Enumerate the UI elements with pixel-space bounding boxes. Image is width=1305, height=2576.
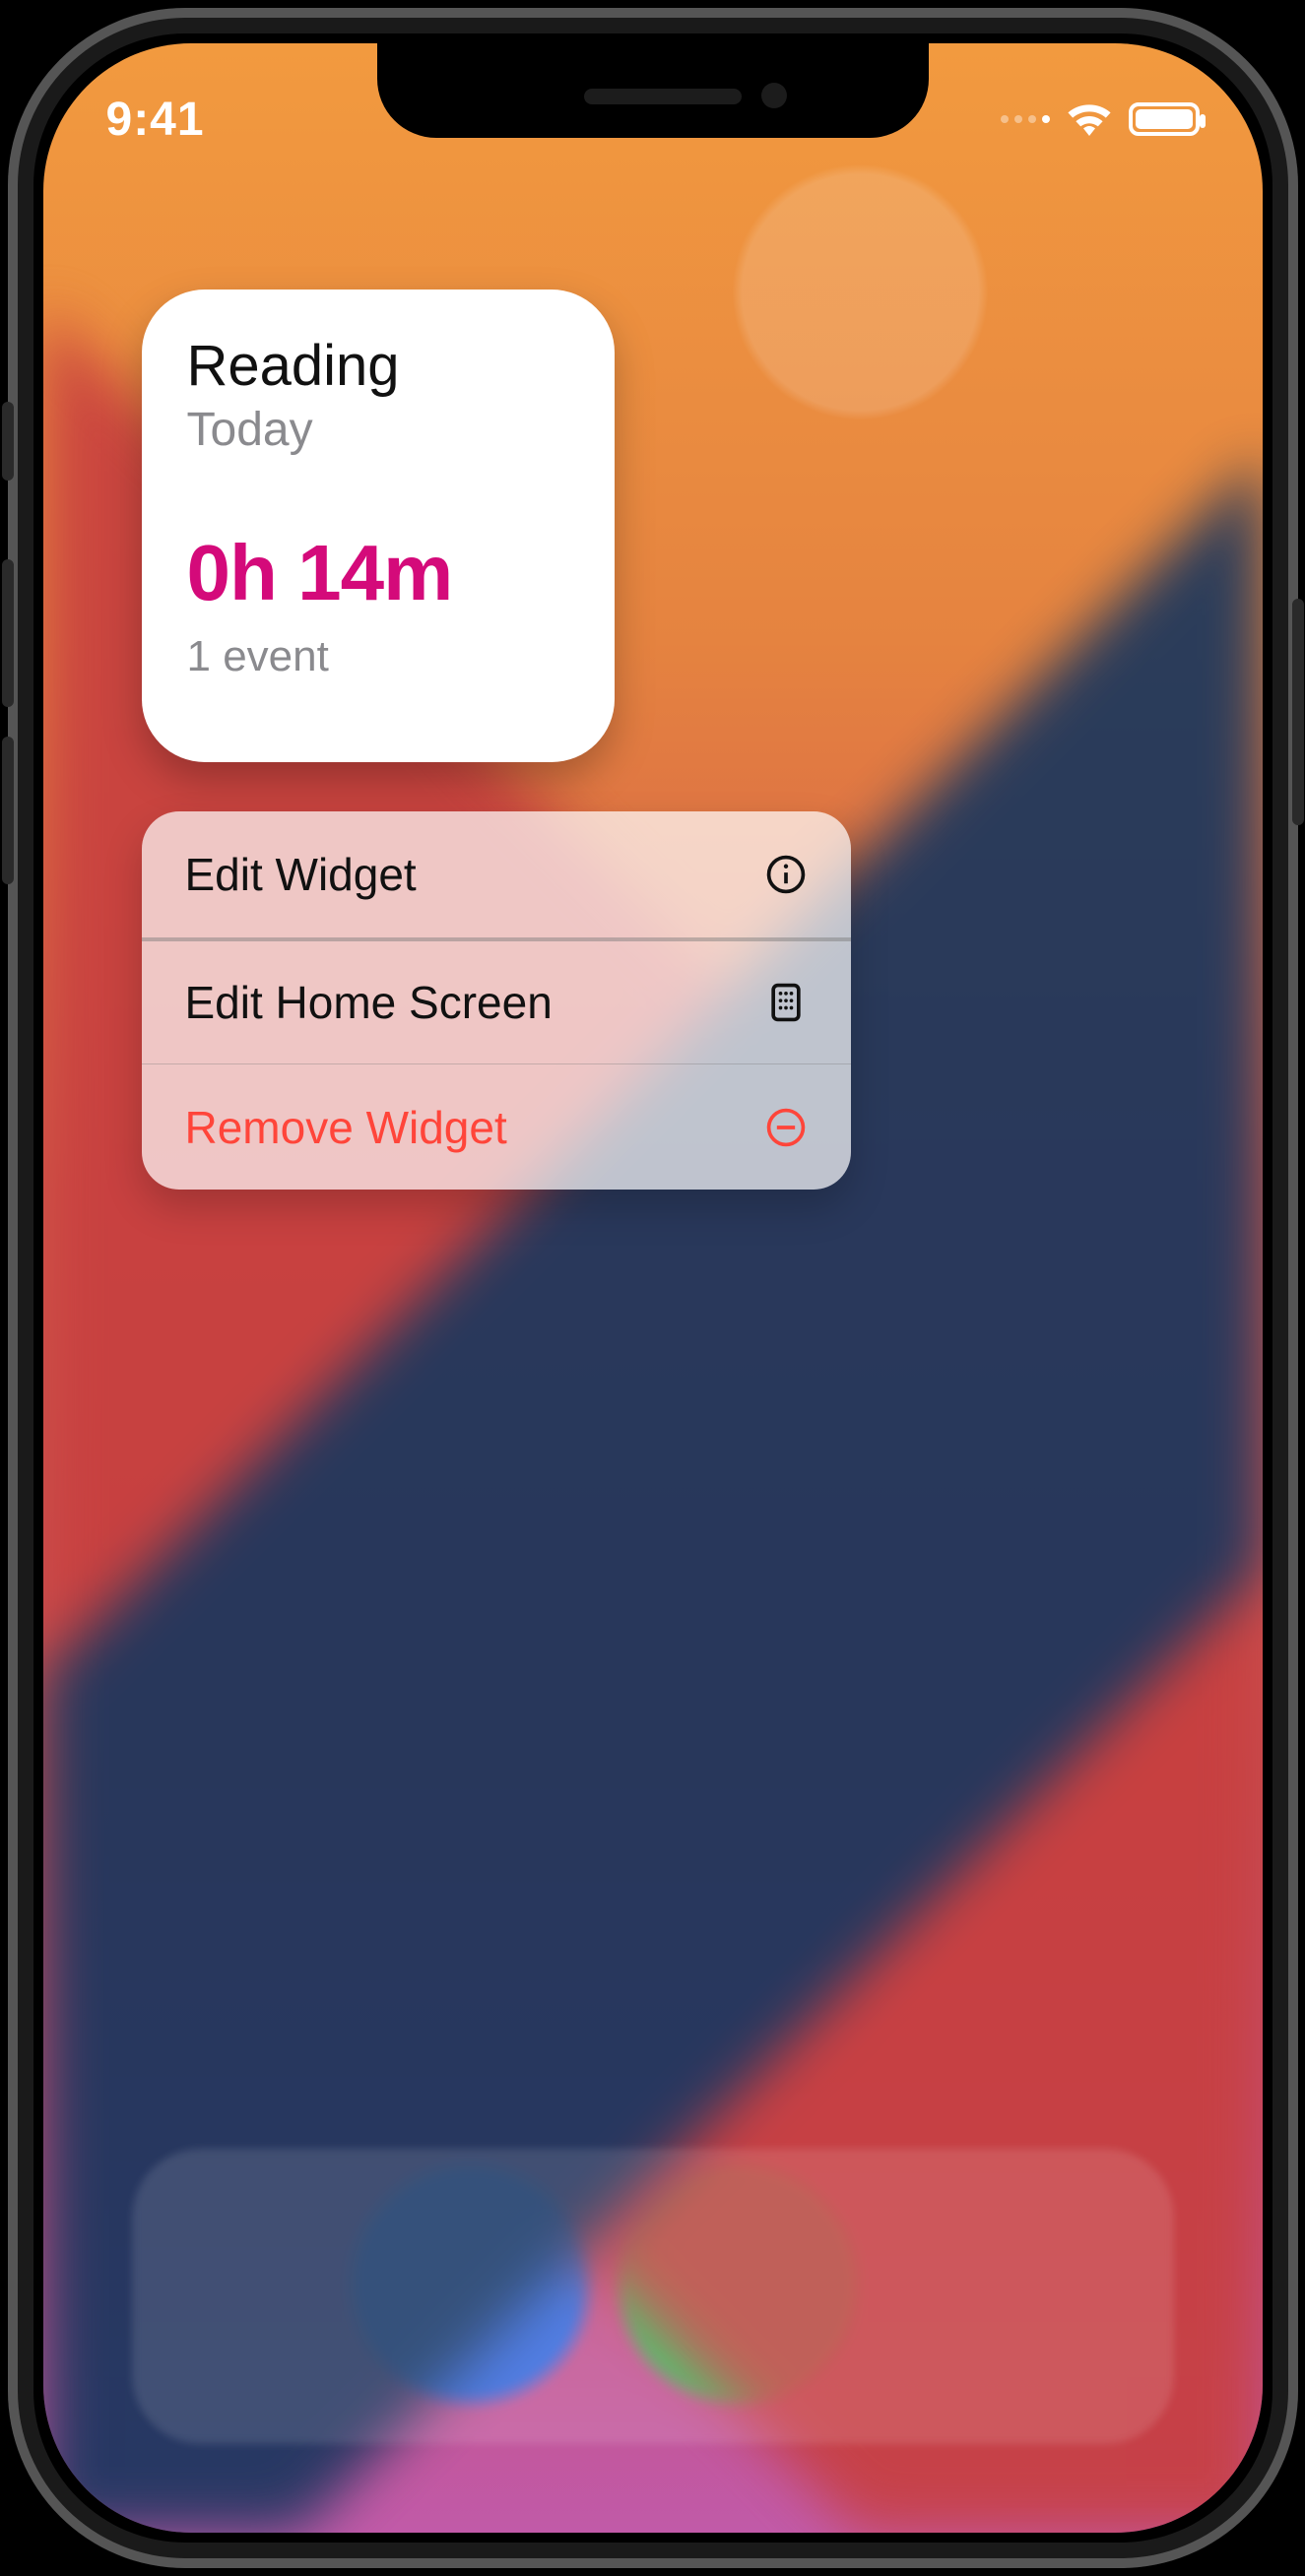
menu-item-remove-widget[interactable]: Remove Widget: [142, 1063, 851, 1190]
widget-subtitle: Today: [187, 403, 569, 457]
cellular-icon: [1001, 115, 1050, 123]
info-circle-icon: [764, 853, 808, 896]
widget-title: Reading: [187, 333, 569, 399]
wifi-icon: [1066, 102, 1113, 136]
menu-item-label: Edit Home Screen: [185, 976, 553, 1029]
dock: [132, 2149, 1174, 2444]
menu-item-edit-home-screen[interactable]: Edit Home Screen: [142, 937, 851, 1063]
mute-switch[interactable]: [2, 402, 14, 481]
widget-meta: 1 event: [187, 632, 569, 681]
volume-up-button[interactable]: [2, 559, 14, 707]
battery-icon: [1129, 102, 1200, 136]
reading-widget[interactable]: Reading Today 0h 14m 1 event: [142, 290, 615, 762]
screen: 9:41 Reading Today 0h 14m 1 event: [43, 43, 1263, 2533]
device-frame: 9:41 Reading Today 0h 14m 1 event: [8, 8, 1298, 2568]
menu-item-label: Edit Widget: [185, 848, 417, 901]
volume-down-button[interactable]: [2, 737, 14, 884]
status-time: 9:41: [106, 93, 205, 147]
menu-item-edit-widget[interactable]: Edit Widget: [142, 811, 851, 937]
minus-circle-icon: [764, 1106, 808, 1149]
status-indicators: [1001, 102, 1200, 136]
widget-value: 0h 14m: [187, 528, 569, 618]
apps-grid-icon: [764, 981, 808, 1024]
notch: [377, 43, 929, 138]
widget-context-menu: Edit Widget Edit Home Screen: [142, 811, 851, 1190]
menu-item-label: Remove Widget: [185, 1101, 507, 1154]
side-button[interactable]: [1292, 599, 1304, 825]
